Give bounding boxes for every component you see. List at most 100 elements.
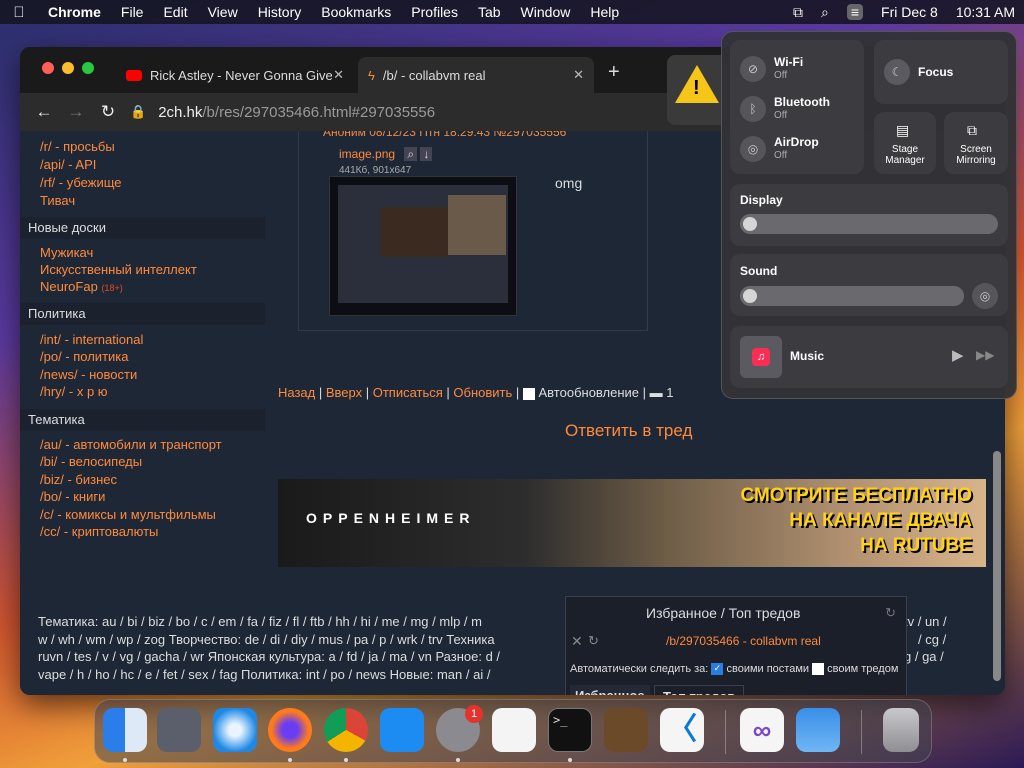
fast-forward-icon[interactable]: ▶▶ bbox=[976, 348, 994, 362]
unsubscribe-link[interactable]: Отписаться bbox=[373, 385, 443, 400]
tab-youtube[interactable]: Rick Astley - Never Gonna Give ✕ bbox=[116, 57, 354, 93]
airdrop-icon[interactable]: ◎ bbox=[740, 136, 766, 162]
footer-line-tail[interactable]: / cg / bbox=[918, 631, 946, 649]
board-link[interactable]: /news/ - новости bbox=[40, 367, 137, 382]
search-icon[interactable]: ⌕ bbox=[404, 147, 418, 161]
autoupdate-checkbox[interactable] bbox=[522, 387, 535, 400]
menu-window[interactable]: Window bbox=[511, 4, 581, 20]
post-file-link[interactable]: image.png bbox=[339, 147, 395, 161]
apple-icon[interactable]:  bbox=[0, 4, 38, 21]
system-settings-icon[interactable]: 1 bbox=[436, 705, 483, 752]
wifi-icon[interactable]: ⊘ bbox=[740, 56, 766, 82]
top-link[interactable]: Вверх bbox=[326, 385, 362, 400]
ad-banner[interactable]: OPPENHEIMER СМОТРИТЕ БЕСПЛАТНО НА КАНАЛЕ… bbox=[278, 479, 986, 567]
firefox-icon[interactable] bbox=[268, 708, 312, 752]
download-icon[interactable]: ↓ bbox=[420, 147, 433, 161]
close-window-button[interactable] bbox=[42, 62, 54, 74]
notification-banner[interactable]: ! bbox=[667, 55, 727, 125]
board-link[interactable]: /hry/ - х р ю bbox=[40, 384, 108, 399]
update-link[interactable]: Обновить bbox=[453, 385, 512, 400]
garageband-icon[interactable] bbox=[604, 708, 648, 752]
board-link[interactable]: Тивач bbox=[40, 193, 75, 208]
screen-mirroring-icon[interactable]: ⧉ bbox=[793, 4, 803, 21]
board-link[interactable]: /rf/ - убежище bbox=[40, 175, 122, 190]
board-link[interactable]: /cc/ - криптовалюты bbox=[40, 524, 158, 539]
terminal-icon[interactable]: >_ bbox=[548, 708, 592, 752]
board-link[interactable]: Мужикач bbox=[40, 245, 93, 260]
favorite-thread-link[interactable]: /b/297035466 - collabvm real bbox=[666, 634, 821, 648]
menu-tab[interactable]: Tab bbox=[468, 4, 511, 20]
finder-icon[interactable] bbox=[103, 708, 147, 752]
close-tab-icon[interactable]: ✕ bbox=[333, 67, 344, 83]
footer-line[interactable]: Тематика: au / bi / biz / bo / c / em / … bbox=[38, 613, 482, 631]
board-link[interactable]: /int/ - international bbox=[40, 332, 143, 347]
new-tab-button[interactable]: + bbox=[608, 61, 620, 84]
tab-favorites[interactable]: Избранное bbox=[570, 685, 650, 695]
menu-date[interactable]: Fri Dec 8 bbox=[881, 4, 938, 20]
board-link[interactable]: /api/ - API bbox=[40, 157, 96, 172]
airplay-audio-icon[interactable]: ◎ bbox=[972, 283, 998, 309]
reload-button[interactable]: ↻ bbox=[92, 102, 124, 122]
board-link[interactable]: /biz/ - бизнес bbox=[40, 472, 117, 487]
board-link[interactable]: /r/ - просьбы bbox=[40, 139, 115, 154]
close-icon[interactable]: ✕ bbox=[571, 633, 583, 650]
address-bar[interactable]: 2ch.hk/b/res/297035466.html#297035556 bbox=[158, 104, 435, 121]
menu-edit[interactable]: Edit bbox=[153, 4, 197, 20]
visual-studio-icon[interactable]: ∞ bbox=[740, 708, 784, 752]
launchpad-icon[interactable] bbox=[157, 708, 201, 752]
forward-button[interactable]: → bbox=[60, 102, 92, 122]
display-brightness-slider[interactable] bbox=[740, 214, 998, 234]
refresh-icon[interactable]: ↻ bbox=[885, 605, 896, 621]
slider-knob[interactable] bbox=[743, 289, 757, 303]
app-store-icon[interactable] bbox=[380, 708, 424, 752]
menu-bookmarks[interactable]: Bookmarks bbox=[311, 4, 401, 20]
tab-top-threads[interactable]: Топ тредов bbox=[654, 685, 745, 695]
vscode-icon[interactable]: 〈 bbox=[660, 708, 704, 752]
slider-knob[interactable] bbox=[743, 217, 757, 231]
board-link[interactable]: Искусственный интеллект bbox=[40, 262, 197, 277]
watch-posts-checkbox[interactable]: ✓ bbox=[711, 663, 724, 676]
footer-line-tail[interactable]: g / ga / bbox=[904, 648, 944, 666]
wifi-label[interactable]: Wi-Fi bbox=[774, 55, 803, 69]
reply-link[interactable]: Ответить в тред bbox=[565, 421, 692, 441]
textedit-icon[interactable] bbox=[492, 708, 536, 752]
board-link[interactable]: /po/ - политика bbox=[40, 349, 129, 364]
airdrop-label[interactable]: AirDrop bbox=[774, 135, 819, 149]
control-center-icon[interactable]: ≡ bbox=[846, 4, 864, 20]
maximize-window-button[interactable] bbox=[82, 62, 94, 74]
music-app-icon[interactable]: ♫ bbox=[740, 336, 782, 378]
board-link[interactable]: /c/ - комиксы и мультфильмы bbox=[40, 507, 216, 522]
footer-line[interactable]: w / wh / wm / wp / zog Творчество: de / … bbox=[38, 631, 495, 649]
back-button[interactable]: ← bbox=[28, 102, 60, 122]
volume-slider[interactable] bbox=[740, 286, 964, 306]
menu-history[interactable]: History bbox=[248, 4, 312, 20]
spotlight-search-icon[interactable]: ⌕ bbox=[821, 4, 829, 21]
weather-icon[interactable] bbox=[796, 708, 840, 752]
close-tab-icon[interactable]: ✕ bbox=[573, 67, 584, 83]
play-icon[interactable]: ▶ bbox=[952, 346, 964, 364]
trash-icon[interactable] bbox=[883, 708, 919, 752]
screen-mirroring-tile[interactable]: ⧉ Screen Mirroring bbox=[944, 112, 1008, 174]
post-image[interactable] bbox=[329, 176, 517, 316]
bluetooth-icon[interactable]: ᛒ bbox=[740, 96, 766, 122]
board-link[interactable]: /bo/ - книги bbox=[40, 489, 105, 504]
footer-line[interactable]: ruvn / tes / v / vg / gacha / wr Японска… bbox=[38, 648, 500, 666]
footer-line-tail[interactable]: tv / un / bbox=[904, 613, 947, 631]
refresh-icon[interactable]: ↻ bbox=[588, 633, 599, 649]
bluetooth-label[interactable]: Bluetooth bbox=[774, 95, 830, 109]
board-link[interactable]: /bi/ - велосипеды bbox=[40, 454, 142, 469]
chrome-icon[interactable] bbox=[324, 708, 368, 752]
watch-thread-checkbox[interactable] bbox=[812, 663, 825, 676]
footer-line[interactable]: vape / h / ho / hc / e / fet / sex / fag… bbox=[38, 666, 490, 684]
tab-2ch[interactable]: ϟ /b/ - collabvm real ✕ bbox=[358, 57, 594, 93]
menu-file[interactable]: File bbox=[111, 4, 154, 20]
menu-time[interactable]: 10:31 AM bbox=[956, 4, 1015, 20]
menu-help[interactable]: Help bbox=[580, 4, 629, 20]
board-link[interactable]: /au/ - автомобили и транспорт bbox=[40, 437, 222, 452]
menu-view[interactable]: View bbox=[198, 4, 248, 20]
board-link-neurofap[interactable]: NeuroFap (18+) bbox=[40, 279, 123, 294]
menu-app-name[interactable]: Chrome bbox=[38, 4, 111, 20]
focus-tile[interactable]: ☾ Focus bbox=[874, 40, 1008, 104]
safari-icon[interactable] bbox=[213, 708, 257, 752]
menu-profiles[interactable]: Profiles bbox=[401, 4, 468, 20]
